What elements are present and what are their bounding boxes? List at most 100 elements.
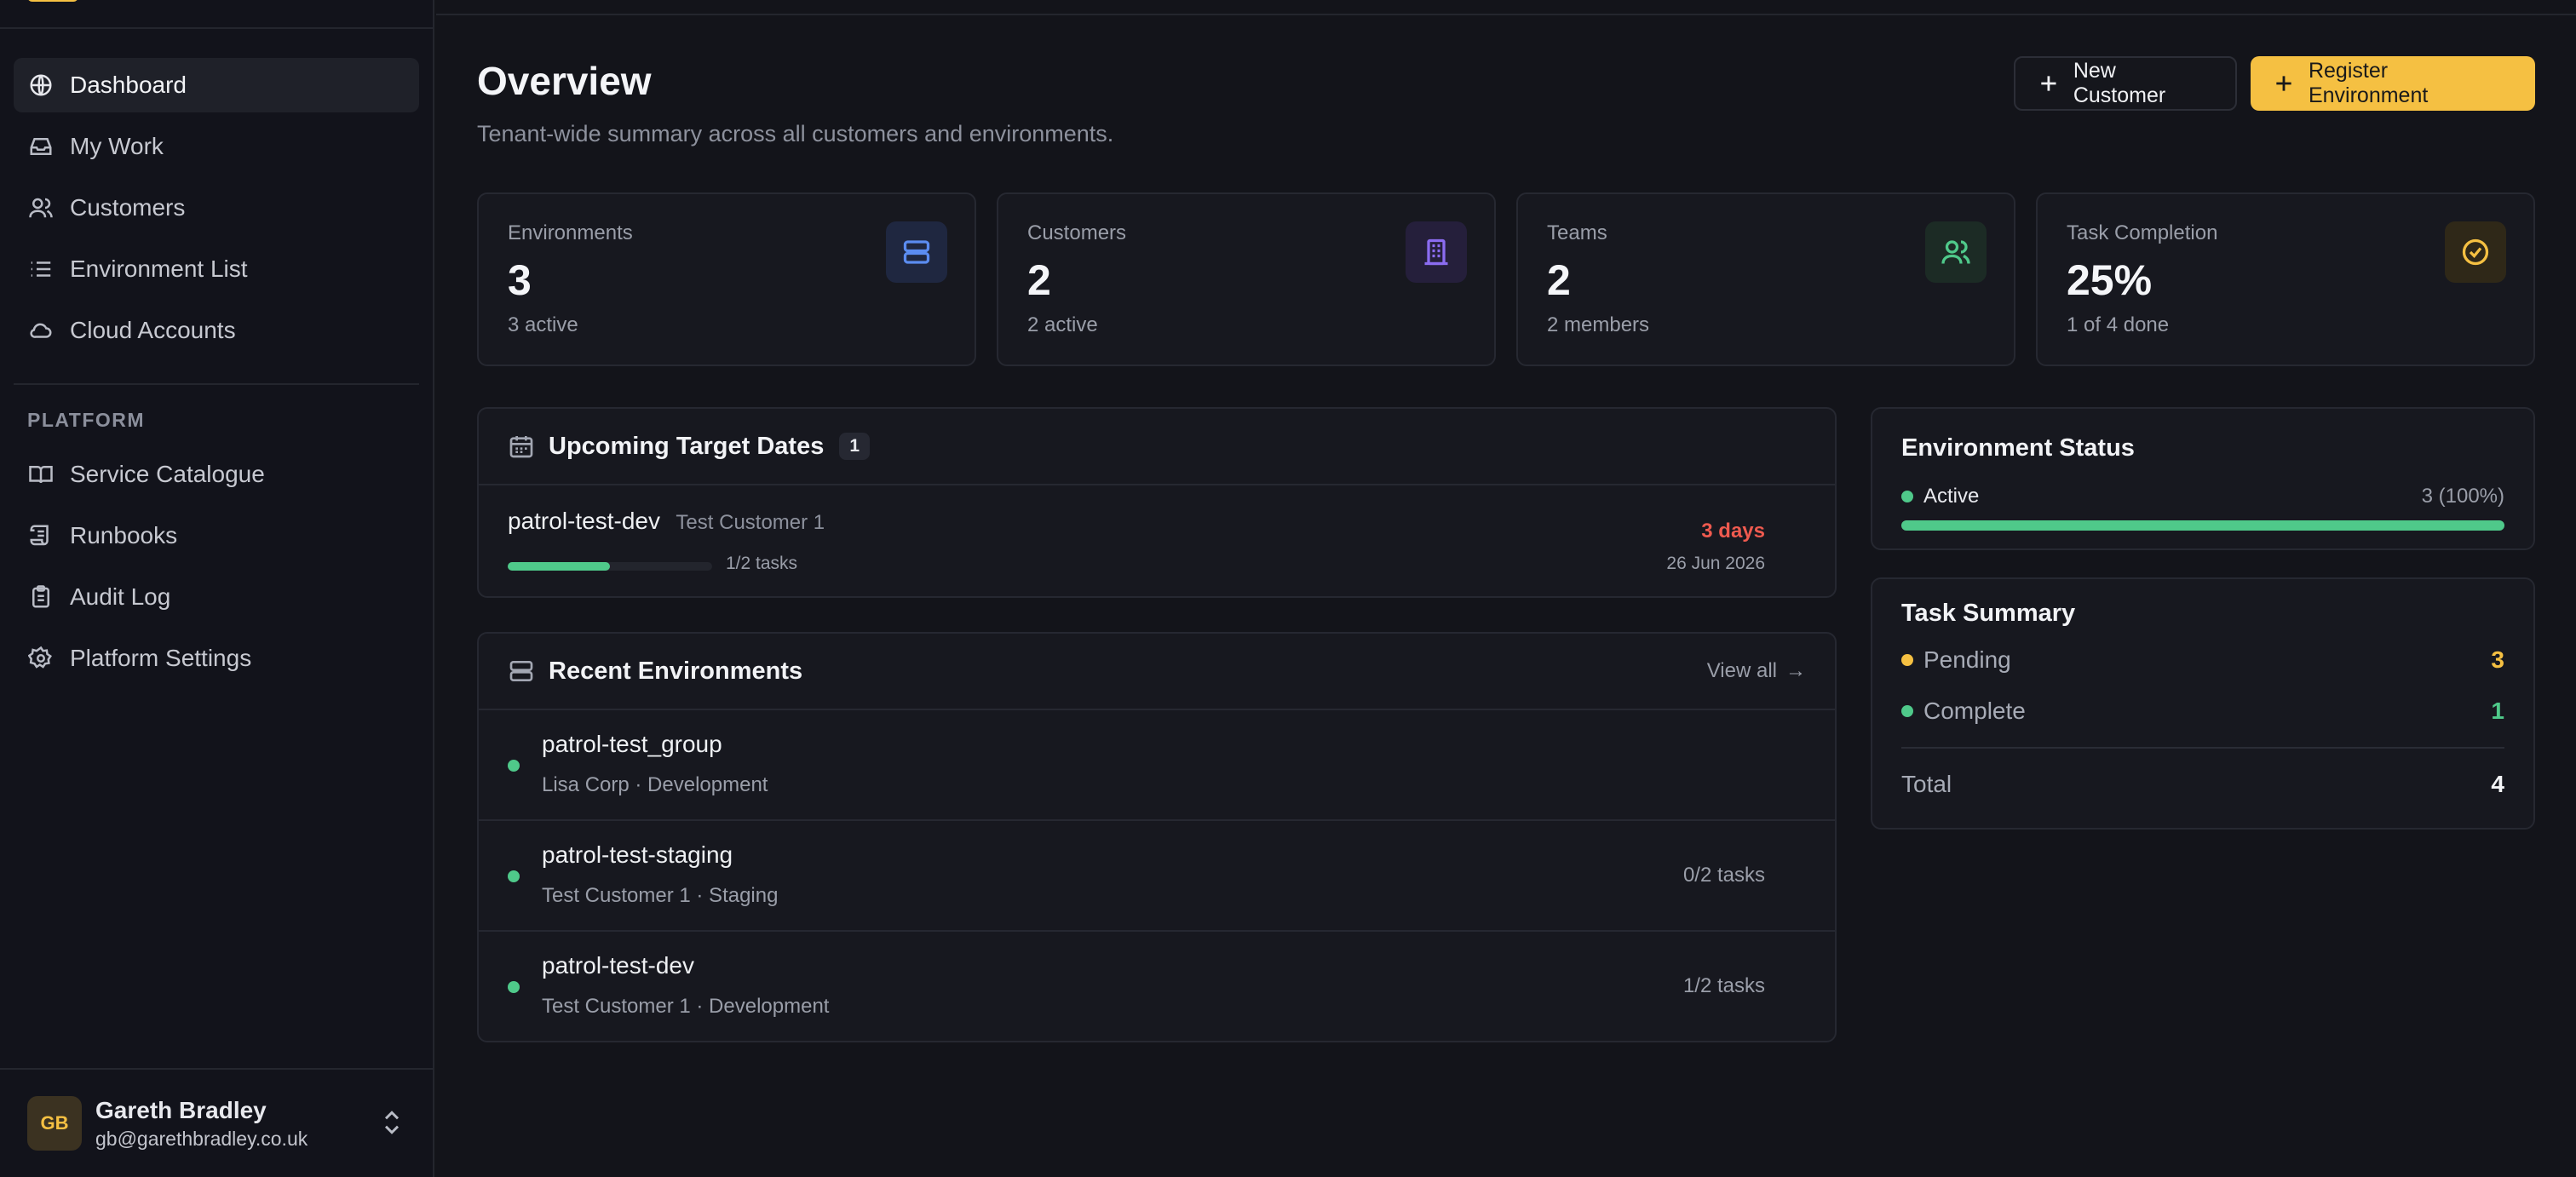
status-value: 3 (100%) (2421, 485, 2504, 508)
user-info: Gareth Bradley gb@garethbradley.co.uk (95, 1097, 308, 1151)
environment-status-card: Environment Status Active 3 (100%) (1871, 407, 2535, 550)
view-all-link[interactable]: View all → (1707, 659, 1806, 683)
task-count: 0/2 tasks (1682, 864, 1765, 887)
stat-card-teams: Teams 2 2 members (1516, 192, 2015, 366)
sidebar-item-environment-list[interactable]: Environment List (14, 242, 419, 296)
sidebar-divider (14, 383, 419, 385)
sidebar-item-cloud-accounts[interactable]: Cloud Accounts (14, 303, 419, 358)
total-label: Total (1901, 771, 1952, 797)
plus-icon (2041, 76, 2056, 91)
environment-row[interactable]: patrol-test_group Lisa Corp · Developmen… (479, 710, 1835, 821)
stat-sub: 1 of 4 done (2067, 313, 2170, 336)
sidebar-item-label: Environment List (70, 255, 248, 282)
book-icon (27, 461, 55, 488)
app-root: Dashboard My Work Customers Environment … (0, 0, 2576, 1177)
stat-value: 2 (1547, 256, 1571, 304)
status-bar-fill (1901, 520, 2504, 531)
task-count: 1/2 tasks (726, 554, 798, 573)
sidebar-item-service-catalogue[interactable]: Service Catalogue (14, 447, 419, 502)
clipboard-icon (27, 583, 55, 611)
app-logo[interactable] (27, 0, 78, 2)
user-menu[interactable]: GB Gareth Bradley gb@garethbradley.co.uk (0, 1068, 433, 1177)
pending-label: Pending (1923, 646, 2011, 673)
total-row: Total 4 (1901, 759, 2504, 810)
stat-card-environments: Environments 3 3 active (477, 192, 976, 366)
task-progress-bar (508, 562, 712, 571)
cloud-icon (27, 317, 55, 344)
view-all-label: View all (1706, 659, 1777, 682)
sidebar-header (0, 0, 433, 29)
sidebar-item-label: Runbooks (70, 522, 178, 548)
status-dot (508, 981, 520, 993)
environment-row[interactable]: patrol-test-staging Test Customer 1 · St… (479, 821, 1835, 932)
status-dot (1901, 654, 1913, 666)
environment-row[interactable]: patrol-test-dev Test Customer 1 · Develo… (479, 932, 1835, 1042)
sidebar-item-label: Cloud Accounts (70, 317, 236, 343)
status-bar (1901, 520, 2504, 531)
status-label: Active (1923, 485, 1980, 508)
sidebar-item-platform-settings[interactable]: Platform Settings (14, 631, 419, 686)
sidebar-item-audit-log[interactable]: Audit Log (14, 570, 419, 624)
card-header: Recent Environments View all → (479, 634, 1835, 710)
task-progress-fill (508, 562, 610, 571)
environment-name: patrol-test-staging (542, 841, 733, 868)
sidebar-item-label: My Work (70, 133, 164, 159)
user-name: Gareth Bradley (95, 1096, 267, 1123)
building-icon (1406, 221, 1467, 283)
status-dot (508, 870, 520, 882)
header-divider (436, 14, 2576, 15)
new-customer-label: New Customer (2073, 59, 2166, 107)
upcoming-target-dates-card: Upcoming Target Dates 1 patrol-test-dev … (477, 407, 1837, 598)
register-environment-button[interactable]: Register Environment (2251, 56, 2535, 111)
stat-sub: 3 active (508, 313, 578, 336)
stat-value: 25% (2067, 256, 2153, 304)
recent-environments-card: Recent Environments View all → patrol-te… (477, 632, 1837, 1042)
new-customer-button[interactable]: New Customer (2014, 56, 2237, 111)
sidebar: Dashboard My Work Customers Environment … (0, 0, 434, 1177)
calendar-icon (509, 436, 533, 458)
inbox-icon (27, 133, 55, 160)
scroll-icon (27, 522, 55, 549)
upcoming-item[interactable]: patrol-test-dev Test Customer 1 1/2 task… (479, 485, 1835, 596)
task-summary-card: Task Summary Pending 3 Complete 1 Total … (1871, 577, 2535, 830)
card-title: Recent Environments (549, 657, 803, 685)
sidebar-item-label: Dashboard (70, 72, 187, 98)
stat-sub: 2 active (1027, 313, 1098, 336)
status-dot (1901, 491, 1913, 502)
sidebar-item-my-work[interactable]: My Work (14, 119, 419, 174)
check-circle-icon (2445, 221, 2506, 283)
environment-name: patrol-test-dev (508, 508, 660, 534)
card-header: Upcoming Target Dates 1 (479, 409, 1835, 485)
card-title: Upcoming Target Dates (549, 432, 825, 460)
sidebar-item-label: Service Catalogue (70, 461, 265, 487)
environment-meta: Lisa Corp · Development (542, 773, 768, 796)
stat-label: Customers (1027, 221, 1127, 244)
count-badge: 1 (839, 433, 871, 460)
sidebar-item-customers[interactable]: Customers (14, 181, 419, 235)
card-title: Task Summary (1901, 600, 2076, 627)
stat-sub: 2 members (1547, 313, 1650, 336)
register-environment-label: Register Environment (2308, 59, 2429, 107)
status-dot (1901, 705, 1913, 717)
sidebar-item-dashboard[interactable]: Dashboard (14, 58, 419, 112)
task-count: 1/2 tasks (1682, 974, 1765, 997)
sidebar-platform-nav: Service Catalogue Runbooks Audit Log Pla… (0, 447, 433, 686)
customer-name: Test Customer 1 (676, 511, 825, 534)
card-title: Environment Status (1901, 434, 2135, 462)
avatar: GB (27, 1096, 82, 1151)
complete-value: 1 (2491, 698, 2504, 724)
arrow-right-icon: → (1785, 659, 1806, 682)
due-date: 26 Jun 2026 (1666, 554, 1765, 573)
environment-name: patrol-test-dev (542, 952, 694, 979)
chevron-up-down-icon[interactable] (380, 1107, 404, 1138)
due-in-label: 3 days (1701, 520, 1765, 543)
list-icon (27, 255, 55, 283)
gear-icon (27, 645, 55, 672)
page-title: Overview (477, 59, 652, 103)
complete-row: Complete 1 (1901, 686, 2504, 737)
total-value: 4 (2491, 771, 2504, 797)
sidebar-item-runbooks[interactable]: Runbooks (14, 508, 419, 563)
server-icon (886, 221, 947, 283)
stat-label: Environments (508, 221, 633, 244)
stats-row: Environments 3 3 active Customers 2 2 ac… (477, 192, 2535, 366)
